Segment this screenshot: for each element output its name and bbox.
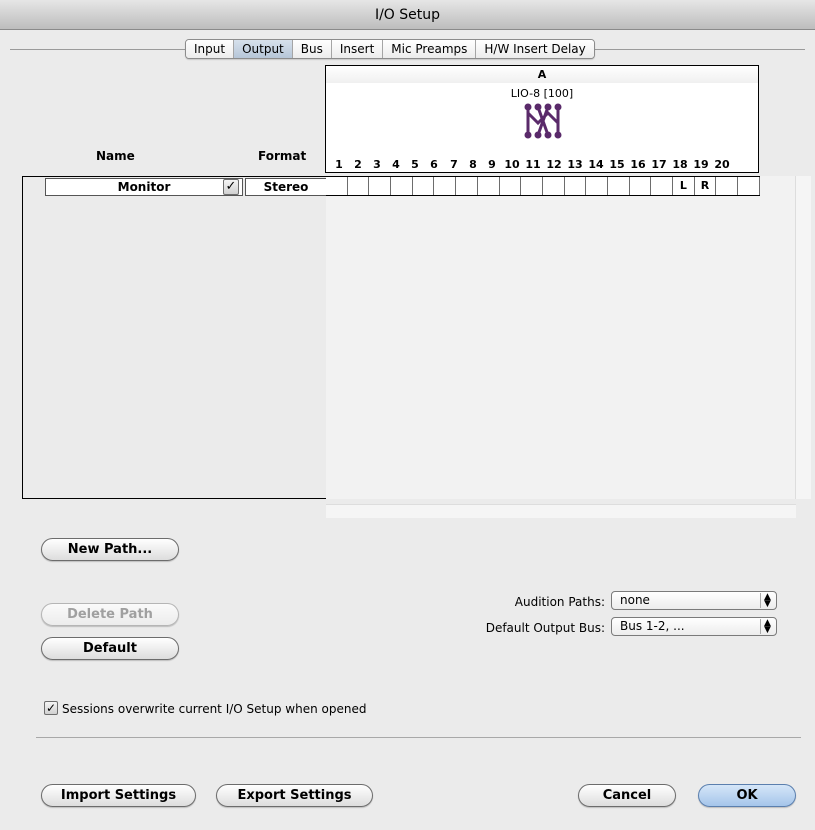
default-output-bus-select[interactable]: Bus 1-2, ... ▲ ▼	[611, 617, 777, 636]
path-list[interactable]: Monitor ✓ Stereo	[22, 176, 327, 499]
grid-horizontal-scrollbar[interactable]	[326, 504, 796, 518]
routing-cell[interactable]	[651, 177, 673, 195]
channel-number: 12	[546, 158, 562, 171]
sessions-overwrite-checkbox[interactable]: ✓	[44, 701, 58, 715]
routing-cell[interactable]	[716, 177, 739, 195]
channel-number: 3	[373, 158, 381, 171]
lio-device-icon	[524, 103, 562, 139]
routing-cell[interactable]	[456, 177, 478, 195]
dialog-content: Input Output Bus Insert Mic Preamps H/W …	[0, 30, 815, 830]
import-settings-button[interactable]: Import Settings	[41, 784, 196, 807]
cancel-button[interactable]: Cancel	[578, 784, 676, 807]
footer-separator	[36, 737, 801, 738]
grid-vertical-scrollbar[interactable]	[795, 176, 811, 499]
channel-number: 1	[335, 158, 343, 171]
channel-number: 5	[411, 158, 419, 171]
channel-number: 19	[693, 158, 709, 171]
routing-cell[interactable]	[738, 177, 760, 195]
path-format-field[interactable]: Stereo	[245, 178, 327, 196]
stepper-arrows-icon: ▲ ▼	[760, 619, 774, 635]
channel-number: 13	[567, 158, 583, 171]
audition-paths-select[interactable]: none ▲ ▼	[611, 591, 777, 610]
routing-cell[interactable]	[326, 177, 348, 195]
ok-button[interactable]: OK	[698, 784, 796, 807]
tab-insert[interactable]: Insert	[331, 40, 384, 58]
path-active-checkbox[interactable]: ✓	[223, 179, 239, 195]
channel-number: 20	[714, 158, 730, 171]
matrix-section-header: A	[325, 65, 759, 84]
channel-number: 6	[430, 158, 438, 171]
tab-mic-preamps[interactable]: Mic Preamps	[383, 40, 477, 58]
window-title: I/O Setup	[0, 0, 815, 30]
channel-number: 9	[488, 158, 496, 171]
new-path-button[interactable]: New Path...	[41, 538, 179, 561]
routing-cell[interactable]	[369, 177, 392, 195]
channel-number: 7	[450, 158, 458, 171]
channel-number: 11	[525, 158, 541, 171]
tab-input[interactable]: Input	[186, 40, 235, 58]
channel-number: 10	[504, 158, 520, 171]
default-output-bus-value: Bus 1-2, ...	[620, 619, 685, 633]
channel-number: 17	[651, 158, 667, 171]
routing-cell[interactable]	[391, 177, 413, 195]
tab-bar: Input Output Bus Insert Mic Preamps H/W …	[185, 39, 595, 59]
stepper-arrows-icon: ▲ ▼	[760, 593, 774, 609]
channel-number: 15	[609, 158, 625, 171]
default-output-bus-label: Default Output Bus:	[485, 621, 605, 635]
routing-cell[interactable]	[434, 177, 457, 195]
routing-cell[interactable]	[565, 177, 587, 195]
column-format-header: Format	[258, 149, 307, 163]
channel-number: 2	[354, 158, 362, 171]
channel-number: 18	[672, 158, 688, 171]
channel-number: 14	[588, 158, 604, 171]
routing-cell[interactable]: R	[695, 177, 717, 195]
routing-cell[interactable]	[543, 177, 565, 195]
routing-row: L R	[326, 176, 760, 196]
channel-number: 16	[630, 158, 646, 171]
audition-paths-label: Audition Paths:	[514, 595, 605, 609]
routing-grid: L R	[326, 176, 796, 499]
routing-cell[interactable]: L	[673, 177, 695, 195]
routing-cell[interactable]	[608, 177, 630, 195]
routing-cell[interactable]	[586, 177, 608, 195]
routing-cell[interactable]	[478, 177, 500, 195]
channel-number: 4	[392, 158, 400, 171]
device-name: LIO-8 [100]	[510, 87, 574, 100]
routing-cell[interactable]	[630, 177, 652, 195]
export-settings-button[interactable]: Export Settings	[216, 784, 373, 807]
tab-bus[interactable]: Bus	[292, 40, 332, 58]
routing-cell[interactable]	[500, 177, 522, 195]
routing-cell[interactable]	[348, 177, 370, 195]
channel-number: 8	[469, 158, 477, 171]
audition-paths-value: none	[620, 593, 650, 607]
routing-cell[interactable]	[521, 177, 543, 195]
default-button[interactable]: Default	[41, 637, 179, 660]
path-name-field[interactable]: Monitor	[45, 178, 243, 196]
routing-cell[interactable]	[413, 177, 435, 195]
column-name-header: Name	[96, 149, 135, 163]
sessions-overwrite-label: Sessions overwrite current I/O Setup whe…	[62, 702, 367, 716]
tab-hw-insert-delay[interactable]: H/W Insert Delay	[476, 40, 594, 58]
tab-output[interactable]: Output	[234, 40, 293, 58]
delete-path-button[interactable]: Delete Path	[41, 603, 179, 626]
